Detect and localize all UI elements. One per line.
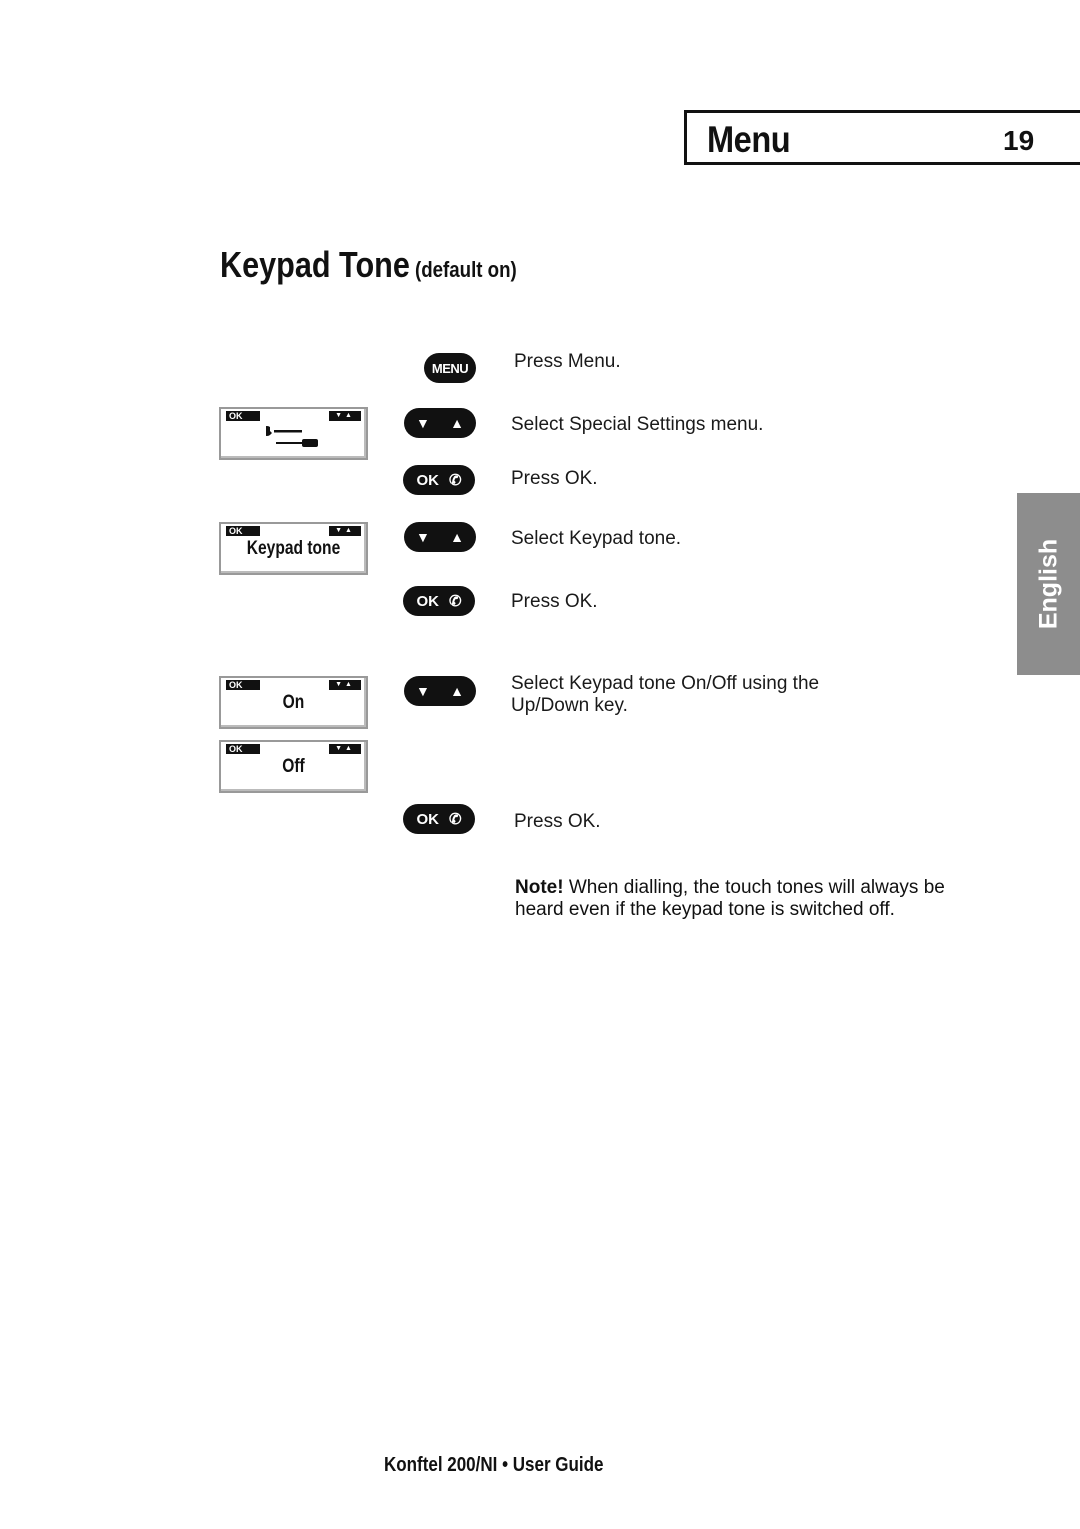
page-title: Keypad Tone (default on) [220, 244, 517, 286]
language-tab: English [1017, 493, 1080, 675]
lcd-ok-indicator: OK [226, 526, 260, 536]
lcd-ok-indicator: OK [226, 411, 260, 421]
ok-key-label: OK [416, 810, 439, 828]
up-arrow-icon: ▲ [450, 529, 464, 545]
up-down-key: ▼ ▲ [404, 408, 476, 438]
language-label: English [1034, 538, 1062, 630]
phone-icon: ✆ [448, 811, 462, 828]
ok-key: OK ✆ [403, 586, 475, 616]
lcd-arrow-indicator: ▼▲ [329, 680, 361, 690]
up-arrow-icon: ▲ [450, 415, 464, 431]
section-header: Menu 19 [684, 110, 1080, 165]
note-text: When dialling, the touch tones will alwa… [515, 877, 945, 920]
ok-key: OK ✆ [403, 465, 475, 495]
lcd-display-on: OK ▼▲ On [219, 676, 368, 729]
lcd-text: Off [282, 756, 305, 777]
lcd-arrow-indicator: ▼▲ [329, 526, 361, 536]
title-subtitle: (default on) [414, 257, 517, 282]
menu-key: MENU [424, 353, 476, 383]
step-3: Press OK. [511, 468, 598, 489]
note: Note! When dialling, the touch tones wil… [515, 877, 975, 921]
note-label: Note! [515, 877, 564, 898]
footer: Konftel 200/NI • User Guide [384, 1454, 604, 1476]
phone-icon: ✆ [448, 593, 462, 610]
lcd-text: Keypad tone [246, 538, 341, 559]
ok-key: OK ✆ [403, 804, 475, 834]
up-arrow-icon: ▲ [450, 683, 464, 699]
section-title: Menu [707, 119, 791, 160]
lcd-ok-indicator: OK [226, 744, 260, 754]
down-arrow-icon: ▼ [416, 529, 430, 545]
step-1: Press Menu. [514, 351, 621, 372]
phone-icon: ✆ [448, 472, 462, 489]
down-arrow-icon: ▼ [416, 683, 430, 699]
lcd-text: On [282, 692, 305, 713]
up-down-key: ▼ ▲ [404, 522, 476, 552]
lcd-display-keypad-tone: OK ▼▲ Keypad tone [219, 522, 368, 575]
tools-icon [266, 426, 318, 447]
lcd-arrow-indicator: ▼▲ [329, 744, 361, 754]
lcd-arrow-indicator: ▼▲ [329, 411, 361, 421]
lcd-display-special-settings: OK ▼▲ [219, 407, 368, 460]
ok-key-label: OK [416, 471, 439, 489]
ok-key-label: OK [416, 592, 439, 610]
title-text: Keypad Tone [220, 244, 410, 285]
step-4: Select Keypad tone. [511, 528, 682, 549]
step-7: Press OK. [514, 811, 601, 832]
down-arrow-icon: ▼ [416, 415, 430, 431]
up-down-key: ▼ ▲ [404, 676, 476, 706]
step-5: Press OK. [511, 591, 598, 612]
step-2: Select Special Settings menu. [511, 414, 764, 435]
step-6: Select Keypad tone On/Off using the Up/D… [511, 673, 820, 716]
page-number: 19 [1003, 125, 1035, 156]
lcd-display-off: OK ▼▲ Off [219, 740, 368, 793]
lcd-ok-indicator: OK [226, 680, 260, 690]
